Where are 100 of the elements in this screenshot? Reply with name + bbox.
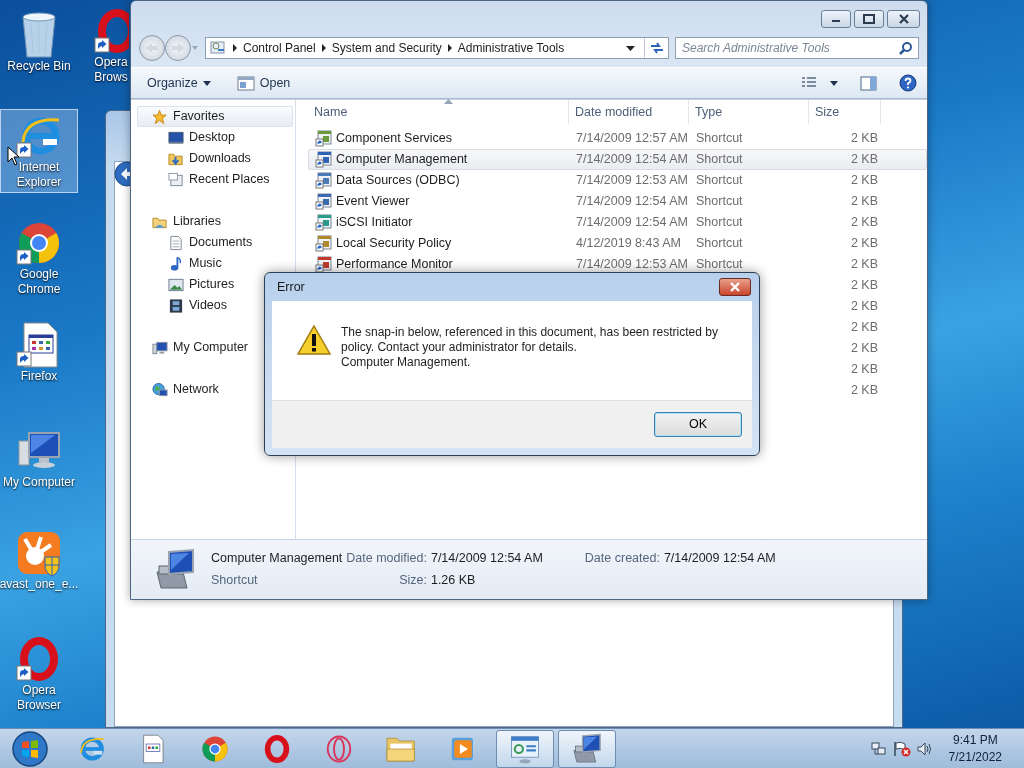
preview-pane-button[interactable] bbox=[860, 75, 877, 91]
item-name: Computer Management bbox=[211, 550, 343, 568]
breadcrumb-arrow-icon bbox=[320, 44, 327, 52]
desktop-shortcut[interactable]: Google Chrome bbox=[0, 216, 78, 300]
computer-management-icon bbox=[153, 547, 197, 592]
caret-icon bbox=[202, 80, 211, 86]
file-name: Local Security Policy bbox=[336, 235, 452, 253]
file-type: Shortcut bbox=[696, 257, 743, 272]
control-panel-icon bbox=[508, 733, 542, 764]
taskbar-button[interactable] bbox=[558, 729, 616, 768]
search-field[interactable]: Search Administrative Tools bbox=[675, 37, 919, 59]
nav-item[interactable]: Music bbox=[137, 253, 293, 274]
file-size: 2 KB bbox=[850, 383, 878, 398]
date-modified: 7/14/2009 12:57 AM bbox=[576, 131, 688, 146]
file-name: Performance Monitor bbox=[336, 256, 453, 274]
nav-item[interactable]: Documents bbox=[137, 232, 293, 253]
close-button[interactable] bbox=[887, 10, 920, 28]
error-message: Computer Management. bbox=[341, 355, 472, 370]
column-header[interactable]: Size bbox=[809, 100, 881, 124]
nav-item[interactable]: Favorites bbox=[137, 106, 293, 127]
forward-arrow-icon bbox=[171, 42, 185, 54]
address-bar[interactable]: Control Panel System and Security Administrative Tools bbox=[205, 37, 669, 59]
nav-item[interactable]: Desktop bbox=[137, 127, 293, 148]
file-row[interactable]: Component Services 7/14/2009 12:57 AM Shortcut 2 KB bbox=[308, 128, 927, 149]
back-arrow-icon bbox=[145, 42, 159, 54]
minimize-button[interactable] bbox=[821, 10, 851, 28]
desktop-shortcut[interactable]: Opera Browser bbox=[0, 632, 78, 716]
breadcrumb-item[interactable]: Control Panel bbox=[243, 39, 316, 57]
column-header[interactable]: Date modified bbox=[569, 100, 689, 124]
file-row[interactable]: Performance Monitor 7/14/2009 12:53 AM Shortcut 2 KB bbox=[308, 254, 927, 275]
file-size: 2 KB bbox=[850, 194, 878, 209]
mouse-pointer-icon bbox=[7, 146, 20, 166]
file-row[interactable]: iSCSI Initiator 7/14/2009 12:54 AM Shortcut 2 KB bbox=[308, 212, 927, 233]
file-size: 2 KB bbox=[850, 257, 878, 272]
caret-icon bbox=[830, 80, 838, 86]
close-button[interactable] bbox=[719, 278, 751, 296]
close-icon bbox=[897, 14, 910, 24]
computer-icon bbox=[152, 339, 168, 356]
document-icon bbox=[168, 234, 184, 251]
breadcrumb-arrow-icon bbox=[446, 44, 453, 52]
field-label: Date created: bbox=[584, 550, 660, 568]
desktop-shortcut[interactable]: Recycle Bin bbox=[0, 6, 78, 77]
clock-time[interactable]: 9:41 PM bbox=[948, 731, 1002, 749]
close-icon bbox=[729, 282, 741, 292]
breadcrumb-item[interactable]: System and Security bbox=[331, 39, 442, 57]
shortcut-icon bbox=[315, 193, 332, 210]
item-type: Shortcut bbox=[211, 572, 259, 589]
file-row[interactable]: Local Security Policy 4/12/2019 8:43 AM Shortcut 2 KB bbox=[308, 233, 927, 254]
preview-pane-icon bbox=[860, 75, 877, 91]
file-size: 2 KB bbox=[850, 173, 878, 188]
action-center-flag-icon bbox=[892, 740, 911, 757]
history-caret-icon bbox=[191, 45, 199, 51]
field-value: 7/14/2009 12:54 AM bbox=[663, 550, 776, 568]
file-row[interactable]: Data Sources (ODBC) 7/14/2009 12:53 AM Shortcut 2 KB bbox=[308, 170, 927, 191]
field-label: Size: bbox=[398, 572, 427, 589]
nav-item[interactable]: Downloads bbox=[137, 148, 293, 169]
desktop-shortcut[interactable]: Firefox bbox=[0, 318, 78, 387]
help-icon bbox=[899, 74, 917, 92]
warning-icon bbox=[297, 325, 331, 355]
details-view-icon bbox=[801, 76, 817, 90]
star-icon bbox=[152, 108, 168, 125]
file-row[interactable]: Event Viewer 7/14/2009 12:54 AM Shortcut 2 KB bbox=[308, 191, 927, 212]
network-icon bbox=[870, 740, 887, 757]
opera-icon bbox=[93, 7, 129, 55]
clock-date[interactable]: 7/21/2022 bbox=[948, 748, 1002, 766]
avast-icon bbox=[15, 529, 63, 577]
column-header[interactable]: Type bbox=[689, 100, 809, 124]
file-name: Data Sources (ODBC) bbox=[336, 172, 460, 190]
ok-button[interactable]: OK bbox=[654, 412, 742, 437]
shortcut-icon bbox=[315, 130, 332, 147]
shortcut-icon bbox=[315, 214, 332, 231]
field-value: 7/14/2009 12:54 AM bbox=[430, 550, 543, 568]
date-modified: 7/14/2009 12:54 AM bbox=[576, 194, 688, 209]
error-message: The snap-in below, referenced in this document, has been restricted by policy. Contact your administrator for details. bbox=[341, 325, 719, 355]
organize-button[interactable]: Organize bbox=[147, 73, 211, 93]
nav-item[interactable]: Libraries bbox=[137, 211, 293, 232]
desktop-icon bbox=[168, 129, 184, 146]
shortcut-icon bbox=[315, 235, 332, 252]
file-size: 2 KB bbox=[850, 299, 878, 314]
maximize-button[interactable] bbox=[854, 10, 884, 28]
file-size: 2 KB bbox=[850, 152, 878, 167]
taskbar-button[interactable] bbox=[496, 729, 554, 768]
date-modified: 7/14/2009 12:54 AM bbox=[576, 215, 688, 230]
open-button[interactable]: Open bbox=[236, 73, 291, 93]
nav-item[interactable]: Recent Places bbox=[137, 169, 293, 190]
sort-arrow-icon bbox=[444, 99, 453, 104]
file-type: Shortcut bbox=[696, 215, 743, 230]
desktop-shortcut[interactable]: Opera Brows bbox=[92, 4, 130, 88]
file-row[interactable]: Computer Management 7/14/2009 12:54 AM Shortcut 2 KB bbox=[308, 149, 927, 170]
file-type: Shortcut bbox=[696, 236, 743, 251]
file-type: Shortcut bbox=[696, 131, 743, 146]
field-value: 1.26 KB bbox=[430, 572, 477, 589]
control-panel-icon bbox=[209, 39, 227, 57]
breadcrumb-item[interactable]: Administrative Tools bbox=[457, 39, 565, 57]
opera-icon bbox=[262, 733, 292, 764]
help-button[interactable] bbox=[899, 74, 917, 92]
music-note-icon bbox=[168, 255, 184, 272]
file-name: Component Services bbox=[336, 130, 453, 148]
date-modified: 4/12/2019 8:43 AM bbox=[576, 236, 681, 251]
date-modified: 7/14/2009 12:53 AM bbox=[576, 257, 688, 272]
